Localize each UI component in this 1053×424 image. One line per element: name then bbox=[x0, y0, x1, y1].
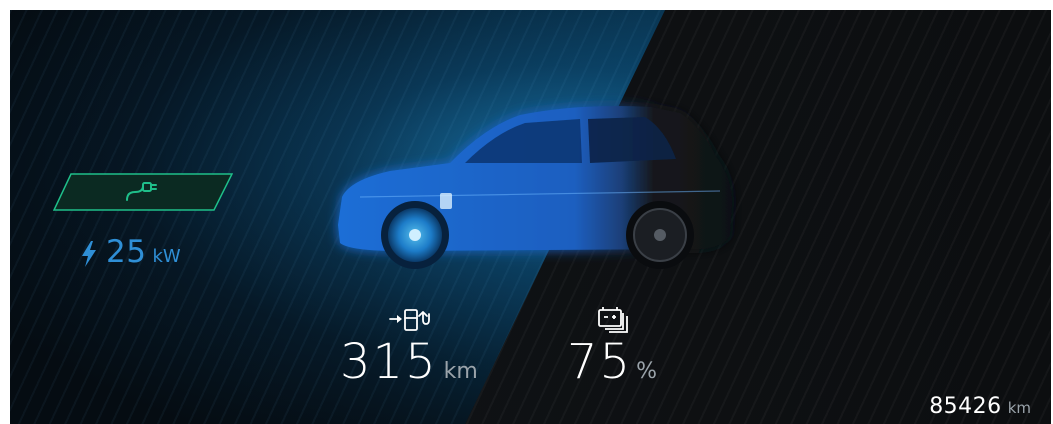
odometer-value: 85426 bbox=[929, 394, 1002, 419]
odometer: 85426 km bbox=[929, 394, 1031, 419]
odometer-unit: km bbox=[1007, 399, 1031, 417]
range-to-fuel-station-icon bbox=[389, 309, 430, 331]
battery-value: 75 bbox=[567, 334, 633, 390]
range-unit: km bbox=[443, 359, 478, 384]
battery-level: 75 % bbox=[567, 334, 657, 390]
driving-range: 315 km bbox=[340, 334, 478, 390]
charging-power-value: 25 bbox=[106, 234, 147, 270]
charging-status-plate bbox=[53, 173, 233, 211]
battery-unit: % bbox=[636, 359, 657, 384]
range-value: 315 bbox=[340, 334, 438, 390]
charging-power-unit: kW bbox=[152, 246, 181, 267]
lightning-bolt-icon bbox=[82, 241, 96, 267]
charging-power: 25 kW bbox=[80, 234, 181, 274]
instrument-cluster: 25 kW 315 km 75 % 85426 km bbox=[10, 10, 1051, 424]
car-illustration bbox=[338, 106, 732, 269]
battery-icon bbox=[598, 307, 628, 333]
